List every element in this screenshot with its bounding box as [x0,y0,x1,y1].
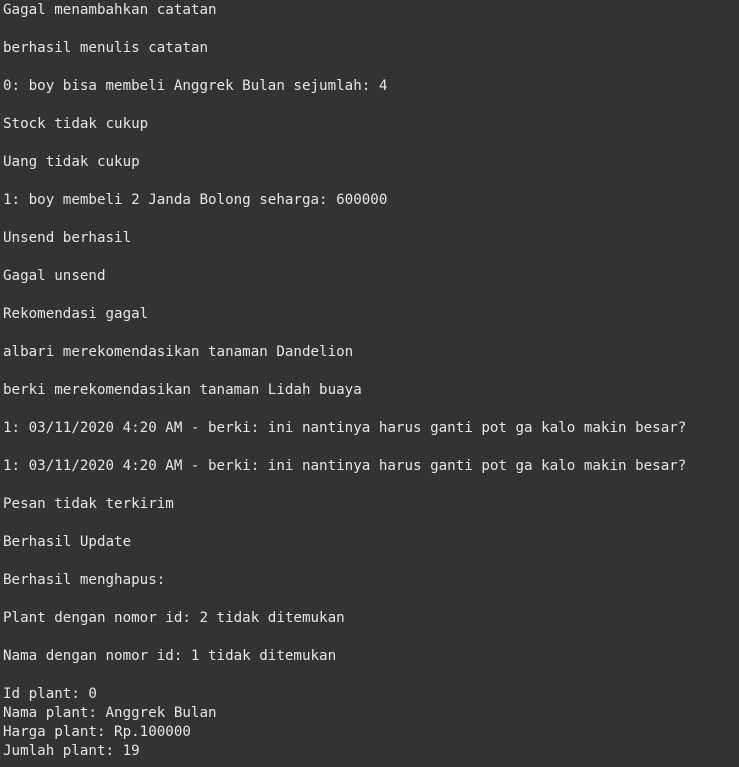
console-line: Pesan tidak terkirim [3,496,174,512]
console-line: albari merekomendasikan tanaman Dandelio… [3,344,354,360]
console-line: Uang tidak cukup [3,154,140,170]
console-line: 1: boy membeli 2 Janda Bolong seharga: 6… [3,192,388,208]
console-line: Unsend berhasil [3,230,132,246]
console-line: Nama plant: Anggrek Bulan [3,705,217,721]
console-line: 1: 03/11/2020 4:20 AM - berki: ini nanti… [3,458,687,474]
console-line: berhasil menulis catatan [3,40,208,56]
console-line: Jumlah plant: 19 [3,743,140,759]
console-line: Berhasil Update [3,534,132,550]
console-line: Nama dengan nomor id: 1 tidak ditemukan [3,648,337,664]
console-line: Stock tidak cukup [3,116,149,132]
console-line: Gagal unsend [3,268,106,284]
console-line: berki merekomendasikan tanaman Lidah bua… [3,382,362,398]
console-line: Berhasil menghapus: [3,572,166,588]
console-line: Plant dengan nomor id: 2 tidak ditemukan [3,610,345,626]
console-line: 1: 03/11/2020 4:20 AM - berki: ini nanti… [3,420,687,436]
console-line: Harga plant: Rp.100000 [3,724,191,740]
console-line: 0: boy bisa membeli Anggrek Bulan sejuml… [3,78,388,94]
console-output[interactable]: Gagal menambahkan catatan berhasil menul… [0,0,739,767]
console-line: Gagal menambahkan catatan [3,2,217,18]
console-line: Rekomendasi gagal [3,306,149,322]
console-line: Id plant: 0 [3,686,97,702]
